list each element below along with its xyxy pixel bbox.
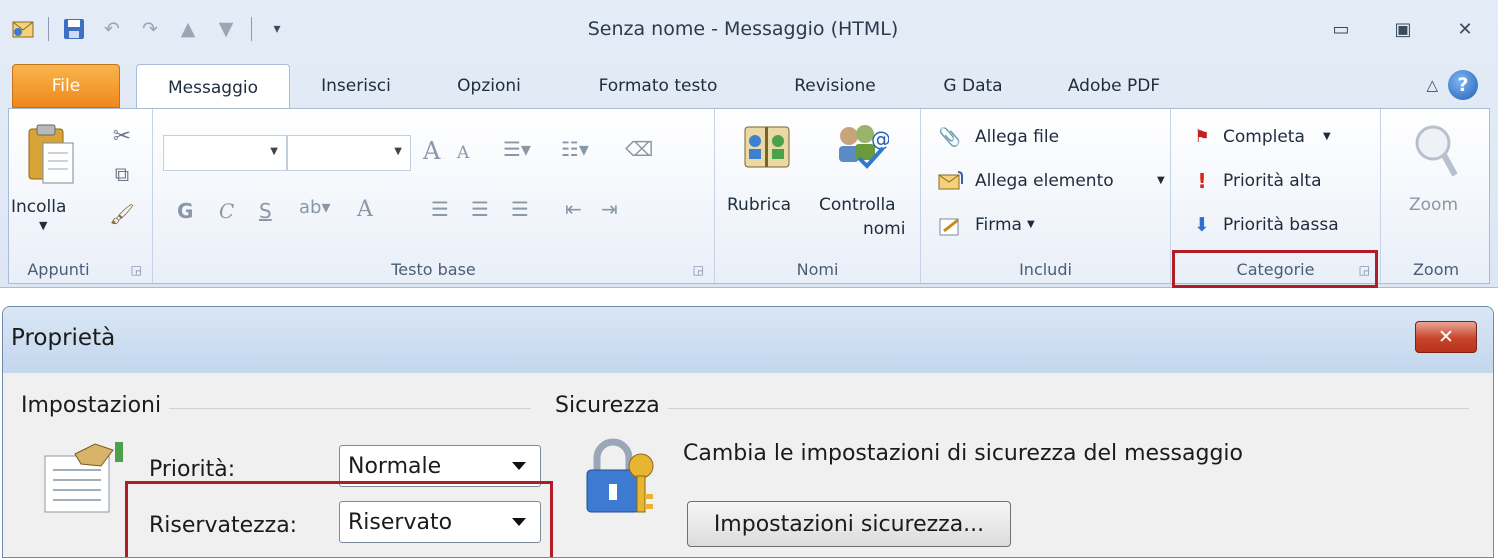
follow-up-button[interactable]: Completa bbox=[1223, 127, 1305, 147]
group-nomi: @ Rubrica Controlla nomi Nomi bbox=[715, 109, 921, 285]
tab-inserisci[interactable]: Inserisci bbox=[300, 64, 412, 108]
bullets-icon[interactable]: ☰▾ bbox=[503, 137, 531, 161]
includi-label: Includi bbox=[1019, 259, 1072, 279]
testo-base-label: Testo base bbox=[391, 259, 476, 279]
priority-label: Priorità: bbox=[149, 457, 236, 482]
ribbon-tabs: File Messaggio Inserisci Opzioni Formato… bbox=[0, 64, 1498, 110]
signature-button[interactable]: Firma bbox=[975, 215, 1022, 235]
grow-font-icon[interactable]: A bbox=[423, 137, 440, 165]
flag-icon: ⚑ bbox=[1194, 127, 1210, 147]
sicurezza-heading: Sicurezza bbox=[555, 393, 668, 418]
outlook-message-window: ↶ ↷ ▲ ▼ ▾ Senza nome - Messaggio (HTML) … bbox=[0, 0, 1498, 288]
group-label-includi: Includi bbox=[921, 253, 1170, 285]
align-center-icon[interactable]: ☰ bbox=[471, 197, 489, 221]
priority-select-value: Normale bbox=[348, 453, 442, 479]
font-color-icon[interactable]: A bbox=[357, 197, 373, 222]
controlla-nomi-label-1[interactable]: Controlla bbox=[819, 195, 896, 215]
dialog-close-button[interactable]: ✕ bbox=[1415, 321, 1477, 353]
window-title: Senza nome - Messaggio (HTML) bbox=[587, 18, 899, 40]
impostazioni-heading: Impostazioni bbox=[21, 393, 170, 418]
appunti-launcher-icon[interactable]: ◲ bbox=[131, 263, 142, 277]
check-names-icon[interactable]: @ bbox=[831, 117, 891, 173]
lock-key-icon bbox=[581, 435, 661, 521]
security-settings-button[interactable]: Impostazioni sicurezza... bbox=[687, 501, 1011, 547]
svg-text:@: @ bbox=[871, 127, 889, 151]
group-zoom: Zoom Zoom bbox=[1381, 109, 1491, 285]
zoom-label: Zoom bbox=[1412, 259, 1460, 279]
security-description: Cambia le impostazioni di sicurezza del … bbox=[683, 441, 1244, 466]
paste-dropdown-icon[interactable]: ▼ bbox=[39, 219, 47, 232]
paste-button-label[interactable]: Incolla bbox=[11, 197, 66, 217]
align-right-icon[interactable]: ☰ bbox=[511, 197, 529, 221]
appunti-label: Appunti bbox=[27, 259, 90, 279]
numbering-icon[interactable]: ☷▾ bbox=[561, 137, 589, 161]
paperclip-icon: 📎 bbox=[938, 126, 962, 148]
group-label-testo-base: Testo base bbox=[153, 253, 714, 285]
zoom-button-label[interactable]: Zoom bbox=[1409, 195, 1458, 215]
chevron-down-icon: ▼ bbox=[394, 146, 402, 157]
group-includi: 📎 Allega file Allega elemento ▼ Firma ▼ … bbox=[921, 109, 1171, 285]
ribbon-help-area: △ ? bbox=[1426, 70, 1478, 100]
chevron-down-icon[interactable]: ▼ bbox=[1157, 175, 1165, 186]
paste-icon[interactable] bbox=[21, 119, 81, 193]
tab-formato-testo[interactable]: Formato testo bbox=[566, 64, 750, 108]
nomi-label: Nomi bbox=[796, 259, 839, 279]
minimize-ribbon-icon[interactable]: △ bbox=[1426, 76, 1438, 94]
low-importance-icon: ⬇ bbox=[1194, 214, 1210, 236]
dialog-title-bar: Proprietà ✕ bbox=[3, 307, 1493, 373]
chevron-down-icon[interactable]: ▼ bbox=[1323, 131, 1331, 142]
shrink-font-icon[interactable]: A bbox=[457, 143, 469, 163]
dialog-title: Proprietà bbox=[11, 325, 116, 351]
tab-adobe-pdf[interactable]: Adobe PDF bbox=[1044, 64, 1184, 108]
chevron-down-icon: ▼ bbox=[270, 146, 278, 157]
address-book-icon[interactable] bbox=[739, 119, 795, 173]
tab-messaggio[interactable]: Messaggio bbox=[136, 64, 290, 110]
minimize-icon[interactable]: ▭ bbox=[1326, 16, 1356, 42]
high-importance-button[interactable]: Priorità alta bbox=[1223, 171, 1322, 191]
cut-icon[interactable]: ✂ bbox=[107, 121, 137, 151]
attach-item-icon bbox=[937, 169, 965, 193]
high-importance-icon: ! bbox=[1197, 169, 1207, 193]
chevron-down-icon bbox=[512, 462, 526, 470]
increase-indent-icon[interactable]: ⇥ bbox=[601, 197, 618, 221]
font-name-combo[interactable]: ▼ bbox=[163, 135, 287, 171]
signature-icon bbox=[937, 215, 965, 239]
properties-dialog: Proprietà ✕ Impostazioni Priorità: Norma… bbox=[2, 306, 1494, 558]
bold-button[interactable]: G bbox=[177, 199, 193, 223]
riservatezza-highlight-box bbox=[125, 481, 553, 557]
attach-item-button[interactable]: Allega elemento bbox=[975, 171, 1114, 191]
low-importance-button[interactable]: Priorità bassa bbox=[1223, 215, 1339, 235]
underline-button[interactable]: S bbox=[259, 199, 272, 223]
tab-gdata[interactable]: G Data bbox=[918, 64, 1028, 108]
tab-file[interactable]: File bbox=[12, 64, 120, 108]
rubrica-button-label[interactable]: Rubrica bbox=[727, 195, 791, 215]
properties-icon bbox=[39, 439, 129, 515]
align-left-icon[interactable]: ☰ bbox=[431, 197, 449, 221]
title-bar: ↶ ↷ ▲ ▼ ▾ Senza nome - Messaggio (HTML) … bbox=[0, 0, 1498, 62]
sicurezza-divider bbox=[559, 408, 1469, 409]
group-label-nomi: Nomi bbox=[715, 253, 920, 285]
italic-button[interactable]: C bbox=[219, 199, 234, 223]
format-painter-icon[interactable]: 🖌 bbox=[107, 199, 137, 229]
copy-icon[interactable]: ⧉ bbox=[107, 159, 137, 189]
attach-file-button[interactable]: Allega file bbox=[975, 127, 1059, 147]
chevron-down-icon[interactable]: ▼ bbox=[1027, 219, 1035, 230]
group-testo-base: ▼ ▼ A A ☰▾ ☷▾ ⌫ G C S ab▾ A ☰ ☰ ☰ ⇤ ⇥ Te… bbox=[153, 109, 715, 285]
close-window-icon[interactable]: ✕ bbox=[1450, 16, 1480, 42]
decrease-indent-icon[interactable]: ⇤ bbox=[565, 197, 582, 221]
clear-formatting-icon[interactable]: ⌫ bbox=[625, 137, 653, 161]
categorie-highlight-box bbox=[1172, 250, 1378, 288]
group-appunti: Incolla ▼ ✂ ⧉ 🖌 Appunti ◲ bbox=[9, 109, 153, 285]
controlla-nomi-label-2[interactable]: nomi bbox=[863, 219, 905, 239]
magnifier-icon[interactable] bbox=[1409, 119, 1463, 183]
tab-revisione[interactable]: Revisione bbox=[770, 64, 900, 108]
font-size-combo[interactable]: ▼ bbox=[287, 135, 411, 171]
window-controls: ▭ ▣ ✕ bbox=[1326, 16, 1480, 42]
highlight-icon[interactable]: ab▾ bbox=[299, 197, 331, 218]
tab-opzioni[interactable]: Opzioni bbox=[432, 64, 546, 108]
group-label-zoom: Zoom bbox=[1381, 253, 1491, 285]
testo-base-launcher-icon[interactable]: ◲ bbox=[693, 263, 704, 277]
help-icon[interactable]: ? bbox=[1448, 70, 1478, 100]
maximize-icon[interactable]: ▣ bbox=[1388, 16, 1418, 42]
